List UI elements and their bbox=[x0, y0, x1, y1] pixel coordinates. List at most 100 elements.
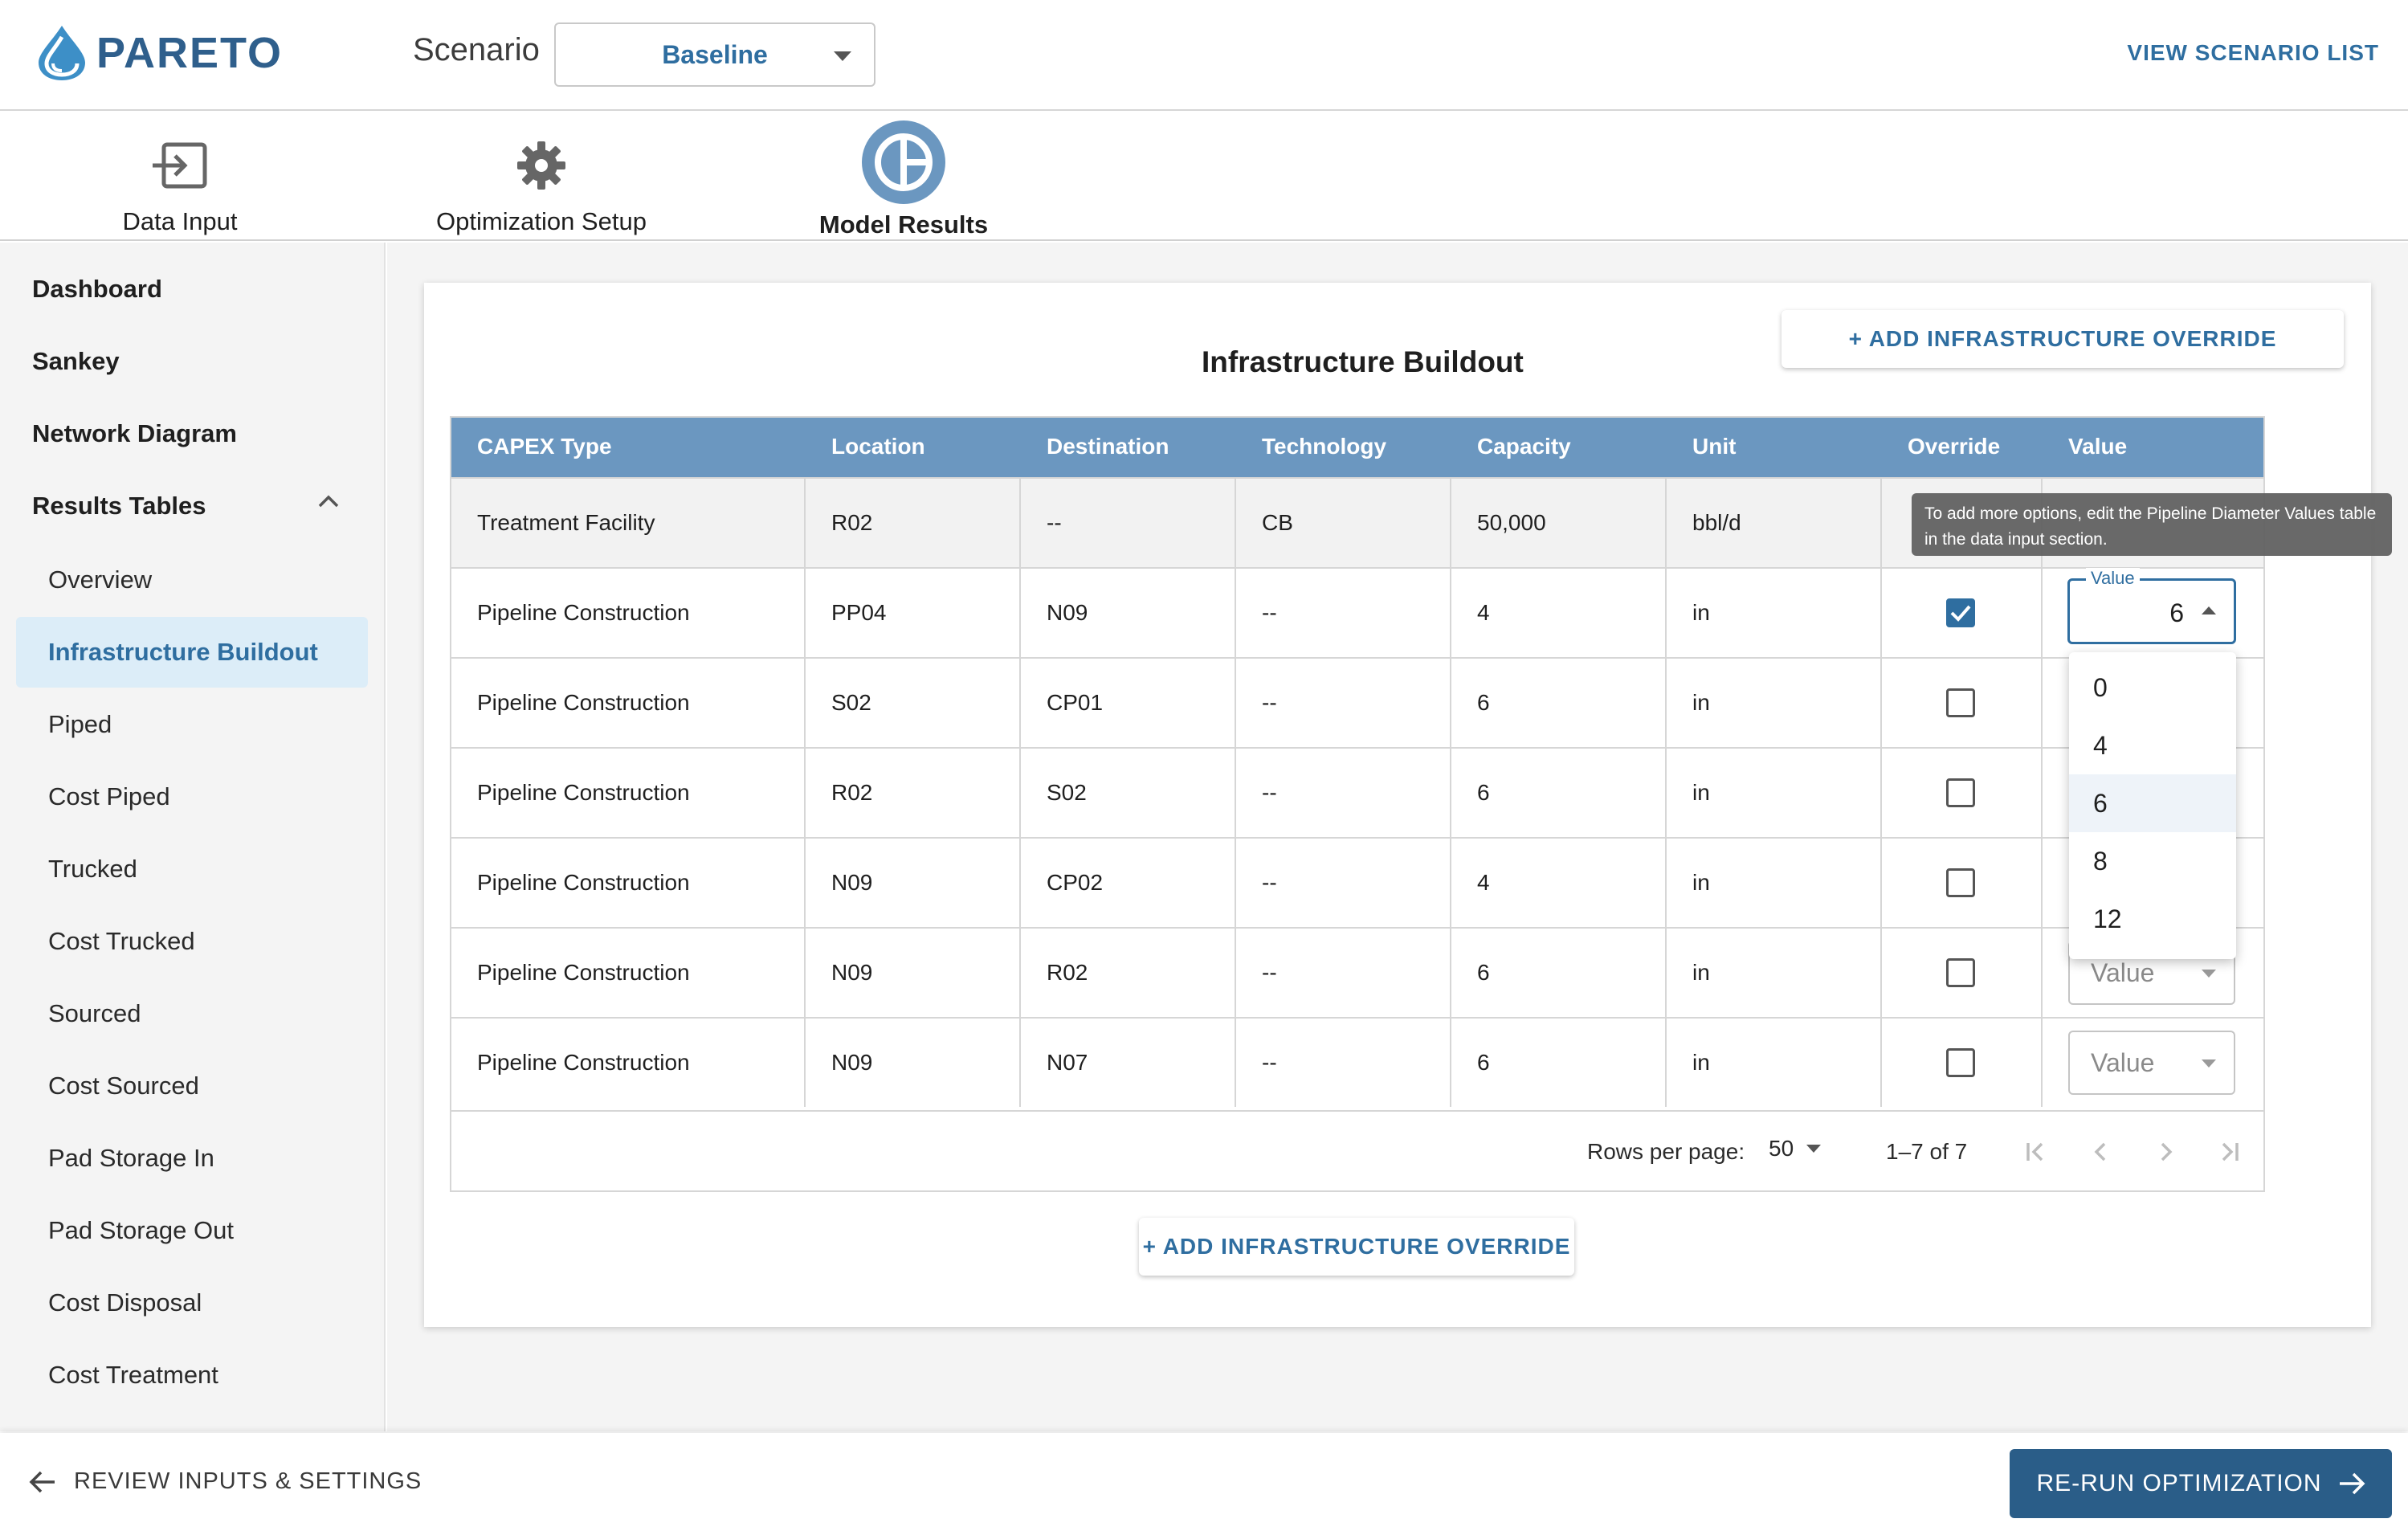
chevron-up-icon[interactable] bbox=[318, 495, 339, 508]
cell-unit: in bbox=[1667, 659, 1882, 747]
column-header[interactable]: CAPEX Type bbox=[477, 434, 612, 459]
sidebar-item-sourced[interactable]: Sourced bbox=[48, 999, 141, 1028]
scenario-label: Scenario bbox=[413, 32, 540, 67]
menu-option[interactable]: 12 bbox=[2069, 890, 2236, 948]
caret-down-icon bbox=[2202, 1059, 2216, 1068]
add-infrastructure-override-button-bottom[interactable]: + ADD INFRASTRUCTURE OVERRIDE bbox=[1139, 1218, 1574, 1276]
column-header[interactable]: Technology bbox=[1262, 434, 1386, 459]
cell-unit: in bbox=[1667, 1019, 1882, 1107]
cell-technology: -- bbox=[1236, 749, 1451, 837]
override-checkbox[interactable] bbox=[1946, 688, 1975, 717]
sidebar-item-dashboard[interactable]: Dashboard bbox=[32, 275, 162, 304]
next-page-icon[interactable] bbox=[2154, 1141, 2177, 1163]
top-tab-nav: Data Input Optimization Setup Model Resu… bbox=[0, 112, 2408, 241]
review-inputs-button[interactable]: REVIEW INPUTS & SETTINGS bbox=[29, 1468, 422, 1495]
table-row: Pipeline Construction N09 N07 -- 6 in Va… bbox=[451, 1017, 2263, 1107]
cell-technology: -- bbox=[1236, 839, 1451, 927]
cell-capacity: 6 bbox=[1451, 929, 1667, 1017]
column-header[interactable]: Value bbox=[2068, 434, 2127, 459]
rerun-optimization-button[interactable]: RE-RUN OPTIMIZATION bbox=[2010, 1449, 2392, 1518]
override-checkbox[interactable] bbox=[1946, 598, 1975, 627]
menu-option[interactable]: 8 bbox=[2069, 832, 2236, 890]
table-row: Pipeline Construction N09 R02 -- 6 in Va… bbox=[451, 927, 2263, 1017]
tab-data-input[interactable]: Data Input bbox=[100, 112, 260, 241]
menu-option[interactable]: 4 bbox=[2069, 717, 2236, 774]
sidebar-item-sankey[interactable]: Sankey bbox=[32, 347, 120, 376]
sidebar-item-cost-treatment[interactable]: Cost Treatment bbox=[48, 1361, 218, 1390]
table-header: CAPEX Type Location Destination Technolo… bbox=[451, 418, 2263, 477]
value-select-open[interactable]: Value 6 bbox=[2067, 568, 2236, 644]
cell-override bbox=[1882, 929, 2043, 1017]
cell-unit: bbl/d bbox=[1667, 479, 1882, 567]
logo-text: PARETO bbox=[96, 29, 284, 77]
override-checkbox[interactable] bbox=[1946, 958, 1975, 987]
cell-capacity: 50,000 bbox=[1451, 479, 1667, 567]
cell-override bbox=[1882, 1019, 2043, 1107]
cell-capex: Pipeline Construction bbox=[451, 569, 806, 657]
override-checkbox[interactable] bbox=[1946, 778, 1975, 807]
cell-location: R02 bbox=[806, 479, 1021, 567]
sidebar-item-results-tables[interactable]: Results Tables bbox=[32, 492, 206, 521]
cell-destination: CP02 bbox=[1021, 839, 1236, 927]
water-drop-logo-icon bbox=[39, 26, 85, 80]
cell-capex: Pipeline Construction bbox=[451, 1019, 806, 1107]
gear-icon bbox=[517, 141, 565, 190]
sidebar-item-piped[interactable]: Piped bbox=[48, 710, 112, 739]
cell-destination: -- bbox=[1021, 479, 1236, 567]
cell-technology: -- bbox=[1236, 1019, 1451, 1107]
sidebar-item-cost-disposal[interactable]: Cost Disposal bbox=[48, 1288, 202, 1317]
cell-override bbox=[1882, 659, 2043, 747]
cell-override bbox=[1882, 569, 2043, 657]
view-scenario-list-link[interactable]: VIEW SCENARIO LIST bbox=[2127, 40, 2379, 66]
cell-unit: in bbox=[1667, 929, 1882, 1017]
cell-unit: in bbox=[1667, 839, 1882, 927]
rows-per-page-select[interactable]: 50 bbox=[1769, 1136, 1822, 1162]
cell-capex: Pipeline Construction bbox=[451, 659, 806, 747]
sidebar-item-pad-storage-in[interactable]: Pad Storage In bbox=[48, 1144, 214, 1173]
cell-destination: S02 bbox=[1021, 749, 1236, 837]
sidebar-item-network-diagram[interactable]: Network Diagram bbox=[32, 419, 237, 448]
pareto-logo[interactable]: PARETO bbox=[35, 22, 283, 84]
caret-down-icon bbox=[834, 51, 851, 61]
menu-option[interactable]: 0 bbox=[2069, 659, 2236, 717]
cell-unit: in bbox=[1667, 569, 1882, 657]
add-infrastructure-override-button-top[interactable]: + ADD INFRASTRUCTURE OVERRIDE bbox=[1782, 310, 2344, 368]
caret-down-icon bbox=[2202, 970, 2216, 978]
caret-down-icon bbox=[1806, 1145, 1822, 1153]
override-checkbox[interactable] bbox=[1946, 868, 1975, 897]
column-header[interactable]: Capacity bbox=[1477, 434, 1571, 459]
table-row: Pipeline Construction N09 CP02 -- 4 in bbox=[451, 837, 2263, 927]
cell-destination: CP01 bbox=[1021, 659, 1236, 747]
scenario-select[interactable]: Baseline bbox=[554, 22, 875, 87]
caret-up-icon bbox=[2202, 606, 2216, 614]
value-options-menu: 0 4 6 8 12 bbox=[2069, 652, 2236, 959]
cell-override bbox=[1882, 749, 2043, 837]
tab-model-results[interactable]: Model Results bbox=[803, 112, 1004, 241]
first-page-icon[interactable] bbox=[2024, 1141, 2047, 1163]
sidebar-item-overview[interactable]: Overview bbox=[48, 565, 152, 594]
sidebar-item-trucked[interactable]: Trucked bbox=[48, 855, 137, 884]
column-header[interactable]: Location bbox=[831, 434, 925, 459]
tab-label: Model Results bbox=[818, 210, 989, 239]
sidebar-item-infrastructure-buildout[interactable]: Infrastructure Buildout bbox=[48, 638, 318, 667]
sidebar-item-cost-sourced[interactable]: Cost Sourced bbox=[48, 1072, 199, 1100]
column-header[interactable]: Destination bbox=[1047, 434, 1169, 459]
previous-page-icon[interactable] bbox=[2090, 1141, 2112, 1163]
sidebar-item-cost-piped[interactable]: Cost Piped bbox=[48, 782, 170, 811]
review-inputs-label: REVIEW INPUTS & SETTINGS bbox=[74, 1468, 422, 1494]
value-select[interactable]: Value bbox=[2068, 1031, 2235, 1095]
cell-destination: N09 bbox=[1021, 569, 1236, 657]
column-header[interactable]: Override bbox=[1908, 434, 2000, 459]
last-page-icon[interactable] bbox=[2218, 1141, 2241, 1163]
sidebar-item-pad-storage-out[interactable]: Pad Storage Out bbox=[48, 1216, 234, 1245]
value-select-text: Value bbox=[2091, 1047, 2155, 1077]
tab-optimization-setup[interactable]: Optimization Setup bbox=[421, 112, 662, 241]
check-icon bbox=[1950, 605, 1971, 622]
pagination-range: 1–7 of 7 bbox=[1886, 1139, 1968, 1164]
sidebar-item-cost-trucked[interactable]: Cost Trucked bbox=[48, 927, 195, 956]
cell-technology: CB bbox=[1236, 479, 1451, 567]
cell-technology: -- bbox=[1236, 569, 1451, 657]
column-header[interactable]: Unit bbox=[1692, 434, 1736, 459]
override-checkbox[interactable] bbox=[1946, 1048, 1975, 1077]
menu-option-selected[interactable]: 6 bbox=[2069, 774, 2236, 832]
